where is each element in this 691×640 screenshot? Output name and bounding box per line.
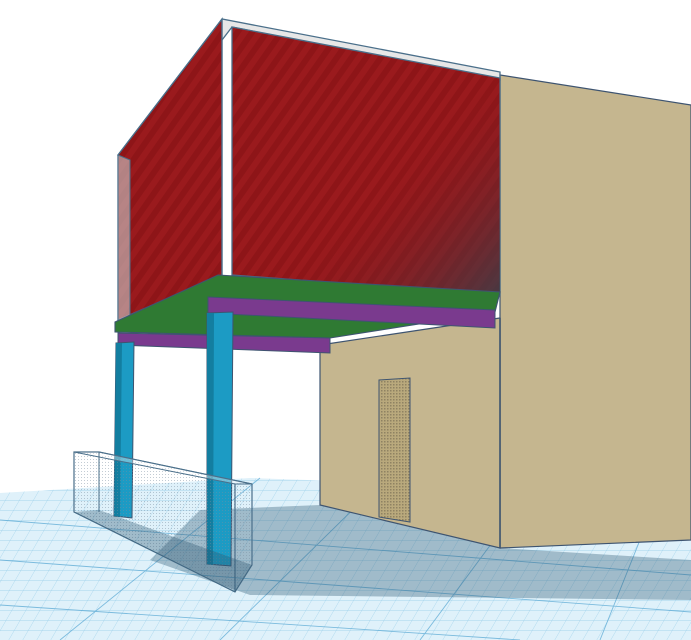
- 3d-scene[interactable]: [0, 0, 691, 640]
- upper-room-walls[interactable]: [116, 17, 501, 323]
- door[interactable]: [378, 377, 411, 523]
- 3d-viewport[interactable]: [0, 0, 691, 640]
